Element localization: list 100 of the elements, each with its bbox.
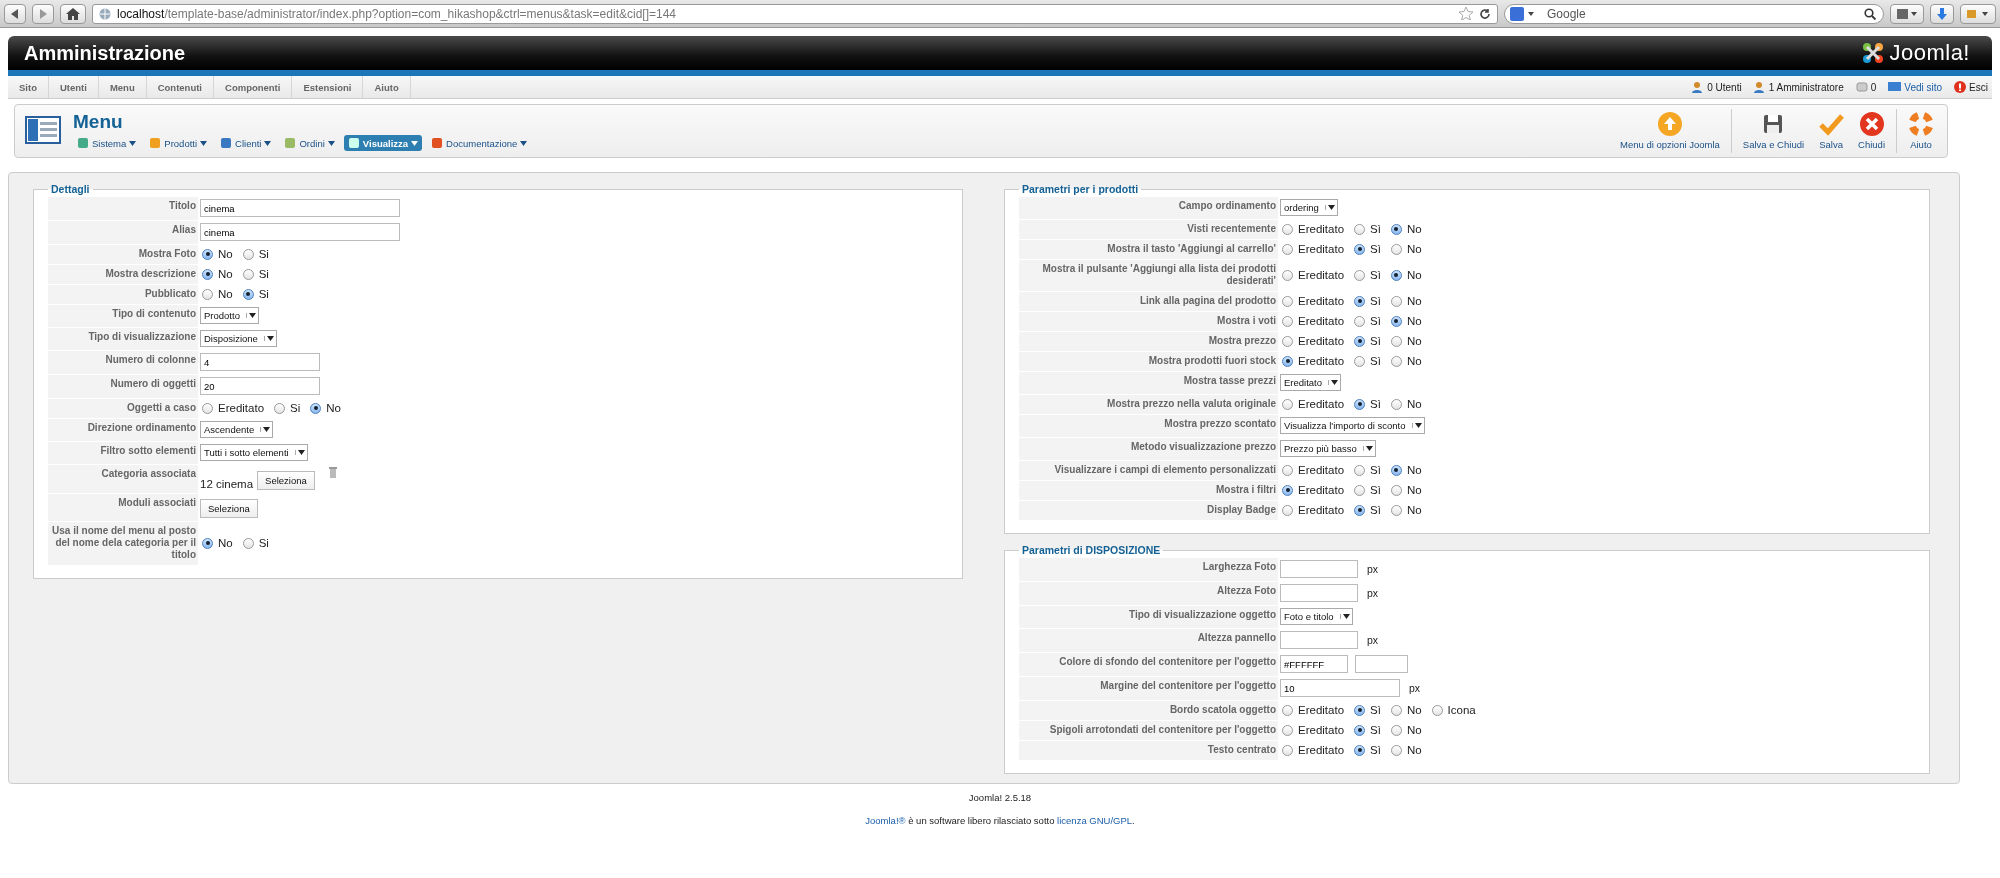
radio-button[interactable] bbox=[1354, 243, 1366, 255]
radio-button[interactable] bbox=[202, 402, 213, 414]
home-button[interactable] bbox=[60, 3, 86, 24]
text-field[interactable]: #FFFFFF bbox=[1280, 655, 1348, 673]
menu-bar-item[interactable]: Sito bbox=[8, 76, 49, 98]
text-field[interactable]: 20 bbox=[200, 377, 320, 395]
radio-button[interactable] bbox=[1282, 315, 1293, 327]
dropdown[interactable]: Foto e titolo bbox=[1280, 608, 1353, 625]
toolbar-menu[interactable]: Prodotti bbox=[145, 135, 212, 151]
download-button[interactable] bbox=[1930, 3, 1954, 24]
dropdown[interactable]: ordering bbox=[1280, 199, 1338, 216]
radio-button[interactable] bbox=[1390, 484, 1402, 496]
radio-button[interactable] bbox=[242, 268, 254, 280]
toolbar-menu[interactable]: Ordini bbox=[280, 135, 339, 151]
radio-button[interactable] bbox=[1354, 355, 1366, 367]
radio-button[interactable] bbox=[310, 402, 322, 414]
menu-bar-item[interactable]: Estensioni bbox=[292, 76, 364, 98]
radio-button[interactable] bbox=[1354, 295, 1366, 307]
radio-button[interactable] bbox=[1282, 355, 1293, 367]
toolbar-button[interactable]: Salva e Chiudi bbox=[1735, 109, 1812, 153]
radio-button[interactable] bbox=[1431, 704, 1443, 716]
text-field[interactable] bbox=[1355, 655, 1408, 673]
dropdown[interactable]: Prezzo più basso bbox=[1280, 440, 1376, 457]
radio-button[interactable] bbox=[1354, 744, 1366, 756]
radio-button[interactable] bbox=[1354, 398, 1366, 410]
radio-button[interactable] bbox=[1390, 464, 1402, 476]
radio-button[interactable] bbox=[1354, 504, 1366, 516]
radio-button[interactable] bbox=[1390, 269, 1402, 281]
text-field[interactable]: 4 bbox=[200, 353, 320, 371]
radio-button[interactable] bbox=[1282, 504, 1293, 516]
radio-button[interactable] bbox=[1282, 295, 1293, 307]
text-field[interactable] bbox=[1280, 584, 1358, 602]
radio-button[interactable] bbox=[1390, 295, 1402, 307]
menu-bar-item[interactable]: Componenti bbox=[214, 76, 293, 98]
radio-button[interactable] bbox=[1354, 269, 1366, 281]
radio-button[interactable] bbox=[1282, 223, 1293, 235]
radio-button[interactable] bbox=[202, 288, 213, 300]
text-field[interactable] bbox=[1280, 631, 1358, 649]
radio-button[interactable] bbox=[1390, 243, 1402, 255]
radio-button[interactable] bbox=[1282, 335, 1293, 347]
radio-button[interactable] bbox=[1282, 269, 1293, 281]
dropdown[interactable]: Ascendente bbox=[200, 421, 274, 438]
radio-button[interactable] bbox=[1354, 315, 1366, 327]
radio-button[interactable] bbox=[1390, 223, 1402, 235]
radio-button[interactable] bbox=[1354, 484, 1366, 496]
addon-button[interactable] bbox=[1960, 3, 1996, 24]
forward-button[interactable] bbox=[32, 3, 54, 24]
radio-button[interactable] bbox=[242, 537, 254, 549]
toolbar-menu[interactable]: Clienti bbox=[216, 135, 276, 151]
menu-bar-item[interactable]: Menu bbox=[98, 76, 147, 98]
menu-bar-item[interactable]: Utenti bbox=[48, 76, 99, 98]
radio-button[interactable] bbox=[242, 288, 254, 300]
url-field[interactable]: localhost/template-base/administrator/index.php?option=com_hikashop&ctrl=menus&task=edit&cid[]=144 bbox=[92, 3, 1498, 24]
dropdown[interactable]: Tutti i sotto elementi bbox=[200, 444, 308, 461]
dropdown[interactable]: Disposizione bbox=[200, 330, 277, 347]
radio-button[interactable] bbox=[1282, 398, 1293, 410]
radio-button[interactable] bbox=[1390, 335, 1402, 347]
radio-button[interactable] bbox=[1390, 724, 1402, 736]
radio-button[interactable] bbox=[1390, 398, 1402, 410]
toolbar-menu[interactable]: Documentazione bbox=[427, 135, 532, 151]
text-field[interactable]: 10 bbox=[1280, 679, 1400, 697]
radio-button[interactable] bbox=[1354, 704, 1366, 716]
radio-button[interactable] bbox=[1282, 484, 1293, 496]
text-field[interactable] bbox=[1280, 560, 1358, 578]
dropdown[interactable]: Ereditato bbox=[1280, 374, 1342, 391]
back-button[interactable] bbox=[4, 3, 26, 24]
text-field[interactable]: cinema bbox=[200, 199, 400, 217]
radio-button[interactable] bbox=[1390, 704, 1402, 716]
radio-button[interactable] bbox=[1354, 223, 1366, 235]
dropdown[interactable]: Visualizza l'importo di sconto bbox=[1280, 417, 1425, 434]
footer-link[interactable]: Joomla!® bbox=[865, 815, 906, 826]
select-button[interactable]: Seleziona bbox=[200, 499, 258, 518]
toolbar-button[interactable]: Chiudi bbox=[1851, 109, 1892, 153]
radio-button[interactable] bbox=[1282, 243, 1293, 255]
radio-button[interactable] bbox=[202, 537, 213, 549]
radio-button[interactable] bbox=[1390, 504, 1402, 516]
radio-button[interactable] bbox=[1390, 315, 1402, 327]
toolbar-menu[interactable]: Sistema bbox=[73, 135, 141, 151]
bookmarks-button[interactable] bbox=[1890, 3, 1924, 24]
dropdown[interactable]: Prodotto bbox=[200, 307, 259, 324]
radio-button[interactable] bbox=[1390, 355, 1402, 367]
radio-button[interactable] bbox=[1390, 744, 1402, 756]
radio-button[interactable] bbox=[202, 268, 213, 280]
toolbar-button[interactable]: Aiuto bbox=[1901, 109, 1941, 153]
select-button[interactable]: Seleziona bbox=[257, 471, 315, 490]
radio-button[interactable] bbox=[1354, 464, 1366, 476]
search-field[interactable]: Google bbox=[1504, 3, 1884, 24]
toolbar-button[interactable]: Salva bbox=[1811, 109, 1852, 153]
radio-button[interactable] bbox=[1282, 464, 1293, 476]
radio-button[interactable] bbox=[274, 402, 286, 414]
menu-bar-item[interactable]: Contenuti bbox=[146, 76, 214, 98]
text-field[interactable]: cinema bbox=[200, 223, 400, 241]
radio-button[interactable] bbox=[1282, 744, 1293, 756]
radio-button[interactable] bbox=[242, 248, 254, 260]
radio-button[interactable] bbox=[1354, 335, 1366, 347]
radio-button[interactable] bbox=[1282, 704, 1293, 716]
menu-bar-item[interactable]: Aiuto bbox=[363, 76, 411, 98]
toolbar-button[interactable]: Menu di opzioni Joomla bbox=[1613, 109, 1727, 153]
toolbar-menu[interactable]: Visualizza bbox=[343, 135, 423, 151]
radio-button[interactable] bbox=[1354, 724, 1366, 736]
